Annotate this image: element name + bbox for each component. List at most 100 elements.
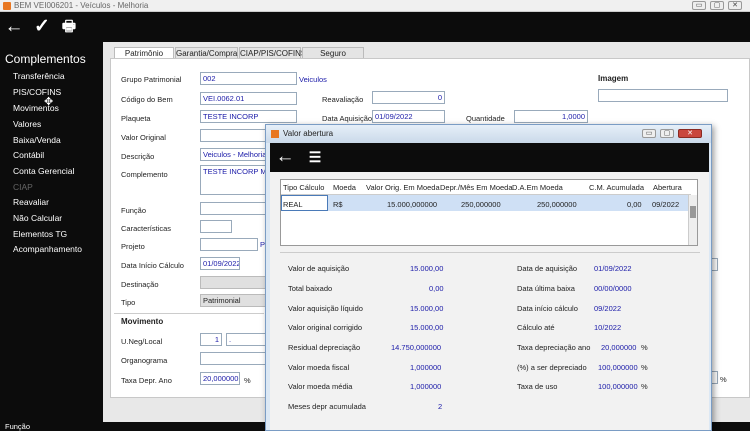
valor-abertura-dialog: Valor abertura ▭ ▢ ✕ ← ☰ Tipo Cálculo Mo… [265,124,712,431]
col-depr-mes[interactable]: Depr./Mês Em Moeda [440,183,513,192]
sidebar-item-valores[interactable]: Valores [13,119,41,129]
summary-right-value: 100,000000 [598,363,638,372]
side-field-b[interactable] [711,371,718,384]
col-valor-orig[interactable]: Valor Orig. Em Moeda [366,183,440,192]
cell-moeda: R$ [333,200,343,209]
side-field-a[interactable] [711,258,718,271]
sidebar-title: Complementos [5,52,86,66]
summary-right-label: Data início cálculo [517,304,578,313]
dialog-minimize-button[interactable]: ▭ [642,129,656,138]
sidebar-item-transferencia[interactable]: Transferência [13,71,65,81]
summary-right-value: 09/2022 [594,304,622,313]
projeto-label: Projeto [121,242,145,251]
abertura-grid: Tipo Cálculo Moeda Valor Orig. Em Moeda … [280,179,698,246]
summary-panel [280,252,700,424]
reavaliacao-label: Reavaliação [322,95,364,104]
summary-left-value: 15.000,00 [410,323,444,332]
sidebar-item-baixa-venda[interactable]: Baixa/Venda [13,135,61,145]
cell-da-moeda: 250,000000 [537,200,577,209]
dialog-title: Valor abertura [283,129,334,138]
cell-valor-orig: 15.000,000000 [387,200,438,209]
valor-original-label: Valor Original [121,133,166,142]
grupo-input[interactable]: 002 [200,72,297,85]
quantidade-input[interactable]: 1,0000 [514,110,588,123]
back-arrow-icon[interactable]: ← [3,16,25,38]
summary-left-value: 1,000000 [410,382,442,391]
dialog-back-icon[interactable]: ← [274,146,296,168]
imagem-input[interactable] [598,89,728,102]
scrollbar-thumb[interactable] [690,206,696,218]
summary-left-value: 2 [438,402,443,411]
destinacao-select[interactable] [200,276,266,289]
dialog-titlebar: Valor abertura ▭ ▢ ✕ [266,125,711,143]
col-abertura[interactable]: Abertura [653,183,682,192]
sidebar-item-elementos-tg[interactable]: Elementos TG [13,229,67,239]
print-icon[interactable]: 🖶 [58,16,80,38]
maximize-button[interactable]: ▢ [710,1,724,10]
sidebar-item-contabil[interactable]: Contábil [13,150,44,160]
caracteristicas-input[interactable] [200,220,232,233]
summary-left-value: 15.000,00 [410,304,444,313]
cell-abertura: 09/2022 [652,200,680,209]
organograma-input[interactable] [200,352,266,365]
summary-left-value: 15.000,00 [410,264,444,273]
grid-scrollbar[interactable] [688,195,697,245]
sidebar-item-nao-calcular[interactable]: Não Calcular [13,213,62,223]
funcao-label: Função [121,206,147,215]
cell-tipo[interactable]: REAL [283,200,303,209]
data-aquisicao-input[interactable]: 01/09/2022 [372,110,445,123]
summary-left-label: Residual depreciação [288,343,361,352]
projeto-input[interactable] [200,238,258,251]
col-tipo-calculo[interactable]: Tipo Cálculo [283,183,324,192]
bottom-funcao-label: Função [5,422,31,431]
sidebar-item-pis-cofins[interactable]: PIS/COFINS [13,87,61,97]
col-moeda[interactable]: Moeda [333,183,356,192]
col-da-moeda[interactable]: D.A.Em Moeda [512,183,563,192]
funcao-input[interactable] [200,202,266,215]
sidebar-item-reavaliar[interactable]: Reavaliar [13,197,49,207]
sidebar-item-acompanhamento[interactable]: Acompanhamento [13,244,82,254]
summary-right-value: 100,000000 [598,382,638,391]
dialog-close-button[interactable]: ✕ [678,129,702,138]
tipo-label: Tipo [121,298,136,307]
dialog-app-icon [271,130,279,138]
codigo-label: Código do Bem [121,95,173,104]
summary-left-label: Meses depr acumulada [288,402,366,411]
window-title: BEM VEI006201 - Veículos - Melhoria [14,1,149,10]
descricao-input[interactable]: Veiculos - Melhoria [200,148,266,161]
cell-cm-acumulada: 0,00 [627,200,642,209]
col-cm-acumulada[interactable]: C.M. Acumulada [589,183,644,192]
plaqueta-input[interactable]: TESTE INCORP [200,110,297,123]
summary-right-label: Data de aquisição [517,264,578,273]
tipo-select[interactable]: Patrimonial [200,294,266,307]
side-pct: % [720,375,727,384]
uneg-input[interactable]: 1 [200,333,222,346]
sidebar-item-conta-gerencial[interactable]: Conta Gerencial [13,166,74,176]
data-aquisicao-label: Data Aquisição [322,114,373,123]
summary-right-label: Taxa de uso [517,382,558,391]
summary-right-label: Taxa depreciação ano [517,343,591,352]
reavaliacao-input[interactable]: 0 [372,91,445,104]
valor-original-input[interactable] [200,129,266,142]
divider [114,313,264,314]
descricao-label: Descrição [121,152,155,161]
confirm-check-icon[interactable]: ✓ [31,16,53,38]
cursor-icon: ✥ [44,96,54,108]
summary-right-label: (%) a ser depreciado [517,363,587,372]
summary-left-label: Valor moeda média [288,382,353,391]
summary-left-label: Valor original corrigido [288,323,363,332]
minimize-button[interactable]: ▭ [692,1,706,10]
complemento-textarea[interactable]: TESTE INCORP Melho [200,165,266,195]
codigo-input[interactable]: VEI.0062.01 [200,92,297,105]
summary-right-value: 20,000000 [601,343,637,352]
data-inicio-input[interactable]: 01/09/2022 [200,257,240,270]
uneg-label: U.Neg/Local [121,337,163,346]
taxa-input[interactable]: 20,000000 [200,372,240,385]
summary-right-unit: % [641,382,648,391]
dialog-list-icon[interactable]: ☰ [304,146,326,168]
close-button[interactable]: ✕ [728,1,742,10]
destinacao-label: Destinação [121,280,159,289]
dialog-maximize-button[interactable]: ▢ [660,129,674,138]
local-input[interactable]: . [226,333,266,346]
summary-right-label: Cálculo até [517,323,555,332]
